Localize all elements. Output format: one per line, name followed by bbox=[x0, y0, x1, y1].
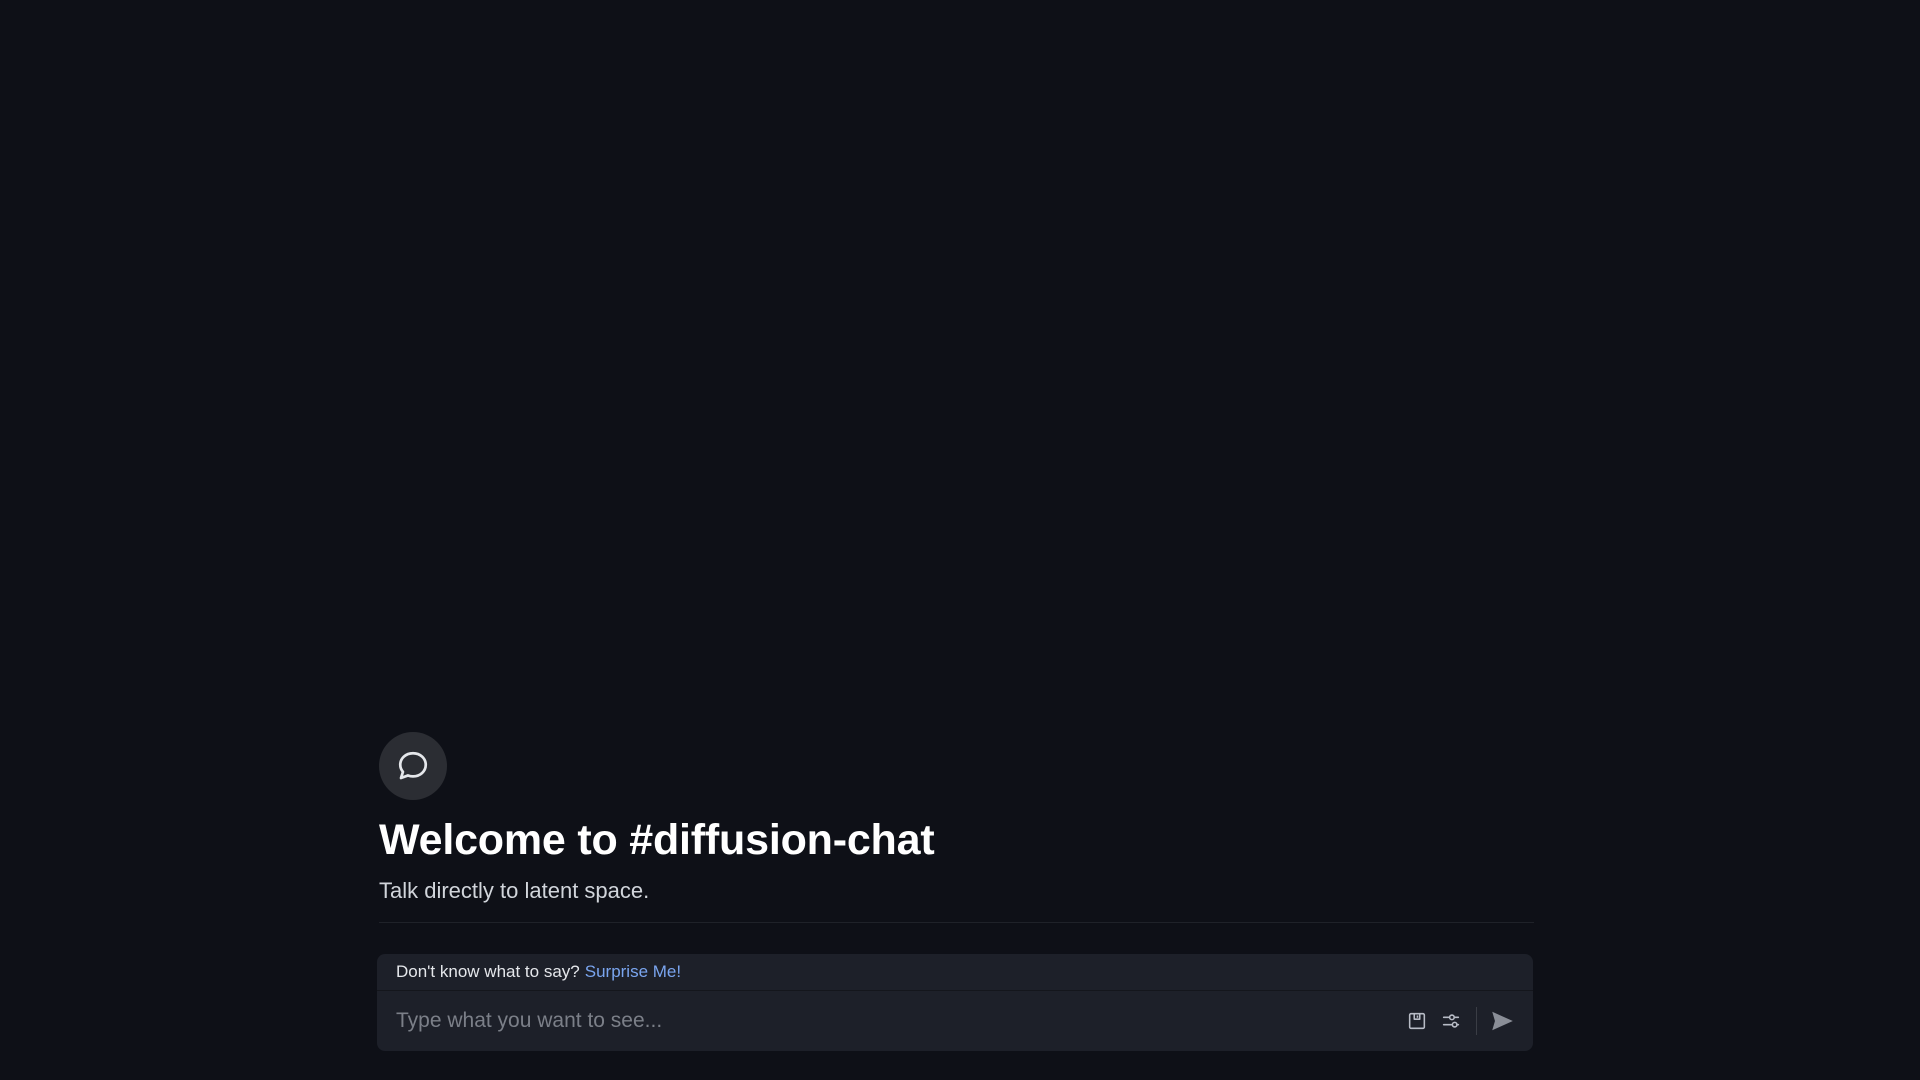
settings-button[interactable] bbox=[1434, 1004, 1468, 1038]
sliders-icon bbox=[1442, 1014, 1460, 1028]
app-window: Welcome to #diffusion-chat Talk directly… bbox=[0, 0, 1920, 1080]
save-button[interactable] bbox=[1400, 1004, 1434, 1038]
save-icon bbox=[1408, 1012, 1426, 1030]
page-title: Welcome to #diffusion-chat bbox=[379, 816, 935, 864]
hint-text: Don't know what to say? bbox=[396, 962, 580, 981]
message-composer: Don't know what to say? Surprise Me! bbox=[377, 954, 1533, 1051]
chat-bubble-icon bbox=[398, 751, 428, 780]
prompt-input[interactable] bbox=[396, 1009, 1400, 1033]
page-subtitle: Talk directly to latent space. bbox=[379, 878, 650, 903]
toolbar-separator bbox=[1476, 1007, 1477, 1035]
divider bbox=[379, 922, 1534, 923]
input-row bbox=[377, 991, 1533, 1051]
hint-bar: Don't know what to say? Surprise Me! bbox=[377, 954, 1533, 991]
surprise-me-link[interactable]: Surprise Me! bbox=[585, 962, 681, 982]
send-icon bbox=[1492, 1011, 1513, 1031]
send-button[interactable] bbox=[1485, 1004, 1519, 1038]
channel-avatar bbox=[379, 732, 447, 800]
channel-welcome: Welcome to #diffusion-chat Talk directly… bbox=[377, 732, 1534, 923]
